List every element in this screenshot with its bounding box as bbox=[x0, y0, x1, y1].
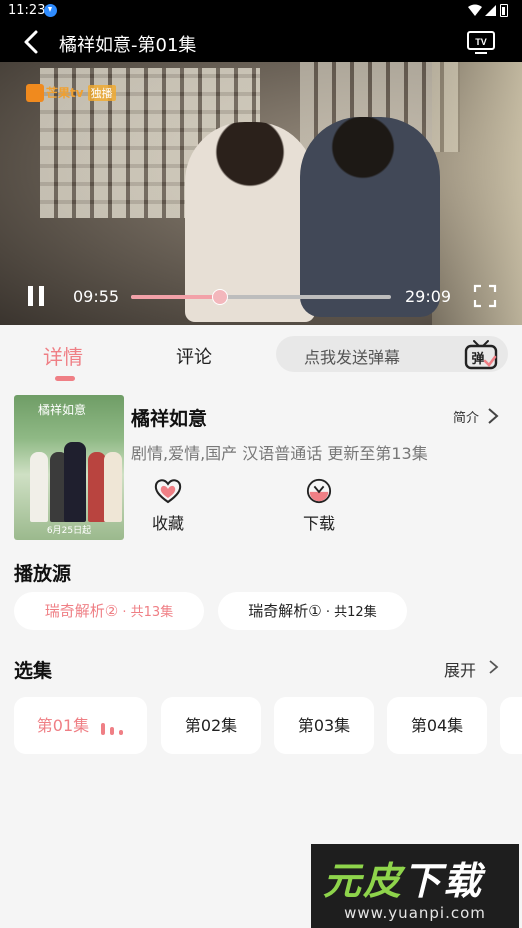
source-count: · 共12集 bbox=[321, 605, 377, 620]
watermark-url: www.yuanpi.com bbox=[344, 904, 486, 922]
show-meta: 剧情,爱情,国产 汉语普通话 更新至第13集 bbox=[131, 444, 428, 463]
danmu-placeholder: 点我发送弹幕 bbox=[304, 348, 401, 367]
episode-button[interactable]: 第04集 bbox=[387, 697, 487, 754]
watermark-logo-part: 元皮 bbox=[323, 859, 404, 903]
download-icon bbox=[306, 478, 332, 504]
episode-title: 橘祥如意-第01集 bbox=[59, 35, 197, 56]
watermark-logo: 元皮下载 bbox=[323, 850, 483, 905]
total-time: 29:09 bbox=[405, 287, 452, 306]
signal-icon bbox=[485, 5, 496, 16]
show-title: 橘祥如意 bbox=[131, 408, 208, 430]
player-controls: 09:55 29:09 bbox=[0, 282, 522, 310]
back-arrow-icon[interactable] bbox=[18, 28, 46, 56]
now-playing-icon bbox=[101, 722, 124, 735]
poster-date: 6月25日起 bbox=[46, 526, 92, 536]
download-notification-icon bbox=[44, 4, 57, 17]
player-header: 橘祥如意-第01集 TV bbox=[0, 22, 522, 62]
active-tab-indicator bbox=[55, 376, 75, 381]
episode-button-partial[interactable] bbox=[500, 697, 522, 754]
episode-label: 第01集 bbox=[36, 716, 90, 735]
chevron-right-icon[interactable] bbox=[488, 657, 500, 677]
tab-comments[interactable]: 评论 bbox=[176, 343, 212, 369]
seek-bar[interactable] bbox=[131, 289, 391, 305]
source-option[interactable]: 瑞奇解析① · 共12集 bbox=[218, 592, 407, 630]
episodes-title: 选集 bbox=[14, 660, 53, 682]
sources-title: 播放源 bbox=[14, 563, 72, 585]
fullscreen-icon[interactable] bbox=[473, 284, 497, 308]
danmu-tv-icon[interactable]: 弹 bbox=[464, 339, 498, 371]
source-count: · 共13集 bbox=[118, 605, 174, 620]
watermark-logo-part: 下载 bbox=[403, 859, 484, 903]
episode-button[interactable]: 第02集 bbox=[161, 697, 261, 754]
mango-logo-icon bbox=[26, 83, 44, 102]
danmu-input[interactable]: 点我发送弹幕 弹 bbox=[276, 336, 508, 372]
chevron-right-icon[interactable] bbox=[486, 406, 500, 426]
svg-text:TV: TV bbox=[475, 37, 487, 47]
episode-button[interactable]: 第03集 bbox=[274, 697, 374, 754]
detail-tabs: 详情 评论 点我发送弹幕 弹 bbox=[0, 325, 522, 387]
pause-icon[interactable] bbox=[26, 286, 46, 306]
favorite-button[interactable]: 收藏 bbox=[133, 478, 203, 534]
wifi-icon bbox=[468, 4, 482, 16]
current-time: 09:55 bbox=[73, 287, 120, 306]
poster-figure bbox=[64, 442, 86, 522]
channel-logo-text: 芒果tv bbox=[46, 86, 84, 100]
episode-label: 第04集 bbox=[410, 716, 464, 735]
danmu-icon-text: 弹 bbox=[471, 351, 484, 367]
source-option-active[interactable]: 瑞奇解析② · 共13集 bbox=[14, 592, 204, 630]
status-time: 11:23 bbox=[8, 3, 46, 18]
favorite-label: 收藏 bbox=[151, 514, 184, 533]
download-label: 下载 bbox=[302, 514, 335, 533]
expand-episodes-button[interactable]: 展开 bbox=[444, 657, 476, 681]
source-name: 瑞奇解析② bbox=[44, 602, 119, 620]
battery-icon bbox=[500, 4, 508, 17]
site-watermark: 元皮下载 www.yuanpi.com bbox=[311, 844, 519, 928]
episode-button-active[interactable]: 第01集 bbox=[14, 697, 147, 754]
poster-title: 橘祥如意 bbox=[38, 403, 87, 417]
tab-details[interactable]: 详情 bbox=[43, 341, 83, 370]
show-poster[interactable]: 橘祥如意 6月25日起 bbox=[14, 395, 124, 540]
seek-bar-progress bbox=[131, 295, 220, 299]
download-button[interactable]: 下载 bbox=[284, 478, 354, 534]
source-name: 瑞奇解析① bbox=[248, 602, 322, 620]
channel-logo-badge: 独播 bbox=[87, 84, 116, 101]
poster-figure bbox=[30, 452, 48, 522]
episode-label: 第03集 bbox=[297, 716, 351, 735]
episode-label: 第02集 bbox=[184, 716, 238, 735]
heart-icon bbox=[154, 479, 182, 504]
seek-bar-handle[interactable] bbox=[211, 289, 228, 305]
tv-cast-icon[interactable]: TV bbox=[466, 29, 496, 55]
intro-link[interactable]: 简介 bbox=[453, 407, 479, 426]
channel-logo: 芒果tv 独播 bbox=[26, 82, 116, 102]
poster-figure bbox=[104, 452, 122, 522]
status-bar: 11:23 bbox=[0, 0, 522, 22]
